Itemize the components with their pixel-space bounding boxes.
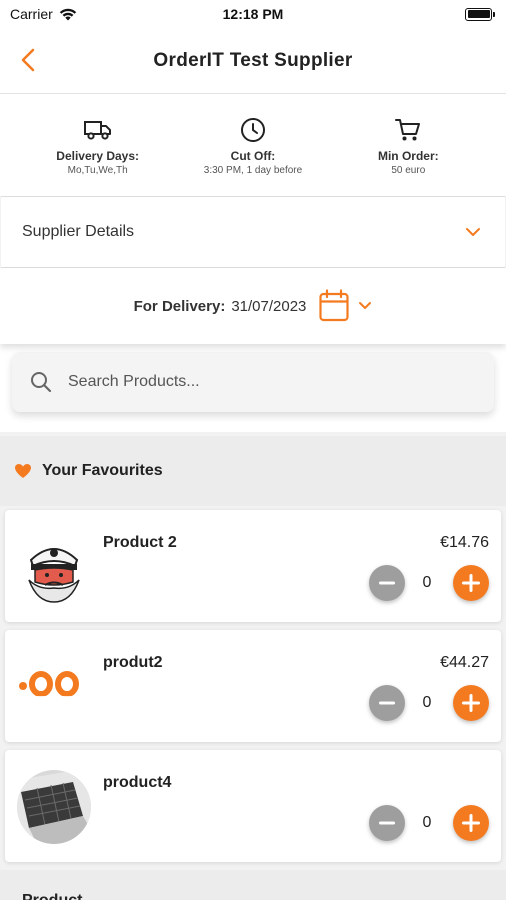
product-section-header: Product bbox=[0, 870, 506, 900]
product-card[interactable]: product4 0 bbox=[5, 750, 501, 862]
carrier-label: Carrier bbox=[10, 6, 53, 22]
battery-icon bbox=[465, 7, 495, 21]
status-bar: Carrier 12:18 PM bbox=[0, 0, 506, 28]
chevron-down-icon bbox=[359, 302, 372, 309]
chevron-left-icon bbox=[21, 48, 35, 72]
cut-off-label: Cut Off: bbox=[230, 148, 276, 163]
search-input[interactable] bbox=[68, 373, 448, 391]
product-price: €44.27 bbox=[440, 654, 489, 671]
plus-icon bbox=[462, 694, 480, 712]
product-image-laptop bbox=[17, 770, 91, 844]
supplier-details-label: Supplier Details bbox=[22, 223, 135, 240]
min-order-label: Min Order: bbox=[377, 148, 439, 163]
minus-icon bbox=[379, 581, 395, 585]
increase-quantity-button[interactable] bbox=[453, 805, 489, 841]
product-section-title: Product bbox=[22, 892, 82, 900]
search-container bbox=[0, 344, 506, 432]
supplier-details-dropdown[interactable]: Supplier Details bbox=[1, 196, 505, 268]
heart-icon bbox=[15, 464, 31, 478]
product-card[interactable]: produt2 €44.27 0 bbox=[5, 630, 501, 742]
favourites-header: Your Favourites bbox=[0, 436, 506, 506]
favourites-list: Product 2 €14.76 0 produt2 €44.27 0 prod… bbox=[0, 506, 506, 862]
product-image-captain bbox=[17, 530, 91, 604]
delivery-days-info: Delivery Days: Mo,Tu,We,Th bbox=[23, 115, 173, 176]
increase-quantity-button[interactable] bbox=[453, 565, 489, 601]
supplier-info-row: Delivery Days: Mo,Tu,We,Th Cut Off: 3:30… bbox=[0, 94, 506, 196]
plus-icon bbox=[462, 574, 480, 592]
product-price: €14.76 bbox=[440, 534, 489, 551]
delivery-date-label: For Delivery: bbox=[133, 297, 226, 315]
product-image-orange-logo bbox=[17, 650, 91, 724]
decrease-quantity-button[interactable] bbox=[369, 805, 405, 841]
cut-off-value: 3:30 PM, 1 day before bbox=[203, 164, 303, 176]
minus-icon bbox=[379, 821, 395, 825]
decrease-quantity-button[interactable] bbox=[369, 565, 405, 601]
calendar-icon bbox=[319, 289, 349, 322]
cart-icon bbox=[395, 118, 421, 140]
minus-icon bbox=[379, 701, 395, 705]
quantity-value: 0 bbox=[422, 574, 432, 591]
search-bar[interactable] bbox=[12, 352, 494, 412]
chevron-down-icon bbox=[466, 228, 480, 236]
plus-icon bbox=[462, 814, 480, 832]
status-left: Carrier bbox=[10, 6, 77, 22]
decrease-quantity-button[interactable] bbox=[369, 685, 405, 721]
min-order-info: Min Order: 50 euro bbox=[333, 115, 483, 176]
delivery-date-value: 31/07/2023 bbox=[231, 297, 307, 315]
search-icon bbox=[31, 372, 52, 393]
quantity-value: 0 bbox=[422, 694, 432, 711]
min-order-value: 50 euro bbox=[391, 164, 426, 176]
product-name: produt2 bbox=[103, 654, 163, 671]
calendar-button[interactable] bbox=[318, 289, 372, 323]
quantity-value: 0 bbox=[422, 814, 432, 831]
nav-bar: OrderIT Test Supplier bbox=[0, 28, 506, 94]
back-button[interactable] bbox=[16, 46, 40, 74]
favourites-title: Your Favourites bbox=[42, 462, 163, 479]
delivery-days-label: Delivery Days: bbox=[56, 148, 140, 163]
page-title: OrderIT Test Supplier bbox=[153, 49, 353, 71]
increase-quantity-button[interactable] bbox=[453, 685, 489, 721]
wifi-icon bbox=[59, 8, 76, 20]
product-name: product4 bbox=[103, 774, 172, 791]
delivery-date-selector[interactable]: For Delivery: 31/07/2023 bbox=[0, 268, 506, 344]
product-card[interactable]: Product 2 €14.76 0 bbox=[5, 510, 501, 622]
delivery-days-value: Mo,Tu,We,Th bbox=[67, 164, 128, 176]
truck-icon bbox=[83, 120, 111, 140]
cut-off-info: Cut Off: 3:30 PM, 1 day before bbox=[178, 115, 328, 176]
clock-icon bbox=[240, 117, 265, 142]
product-name: Product 2 bbox=[103, 534, 177, 551]
